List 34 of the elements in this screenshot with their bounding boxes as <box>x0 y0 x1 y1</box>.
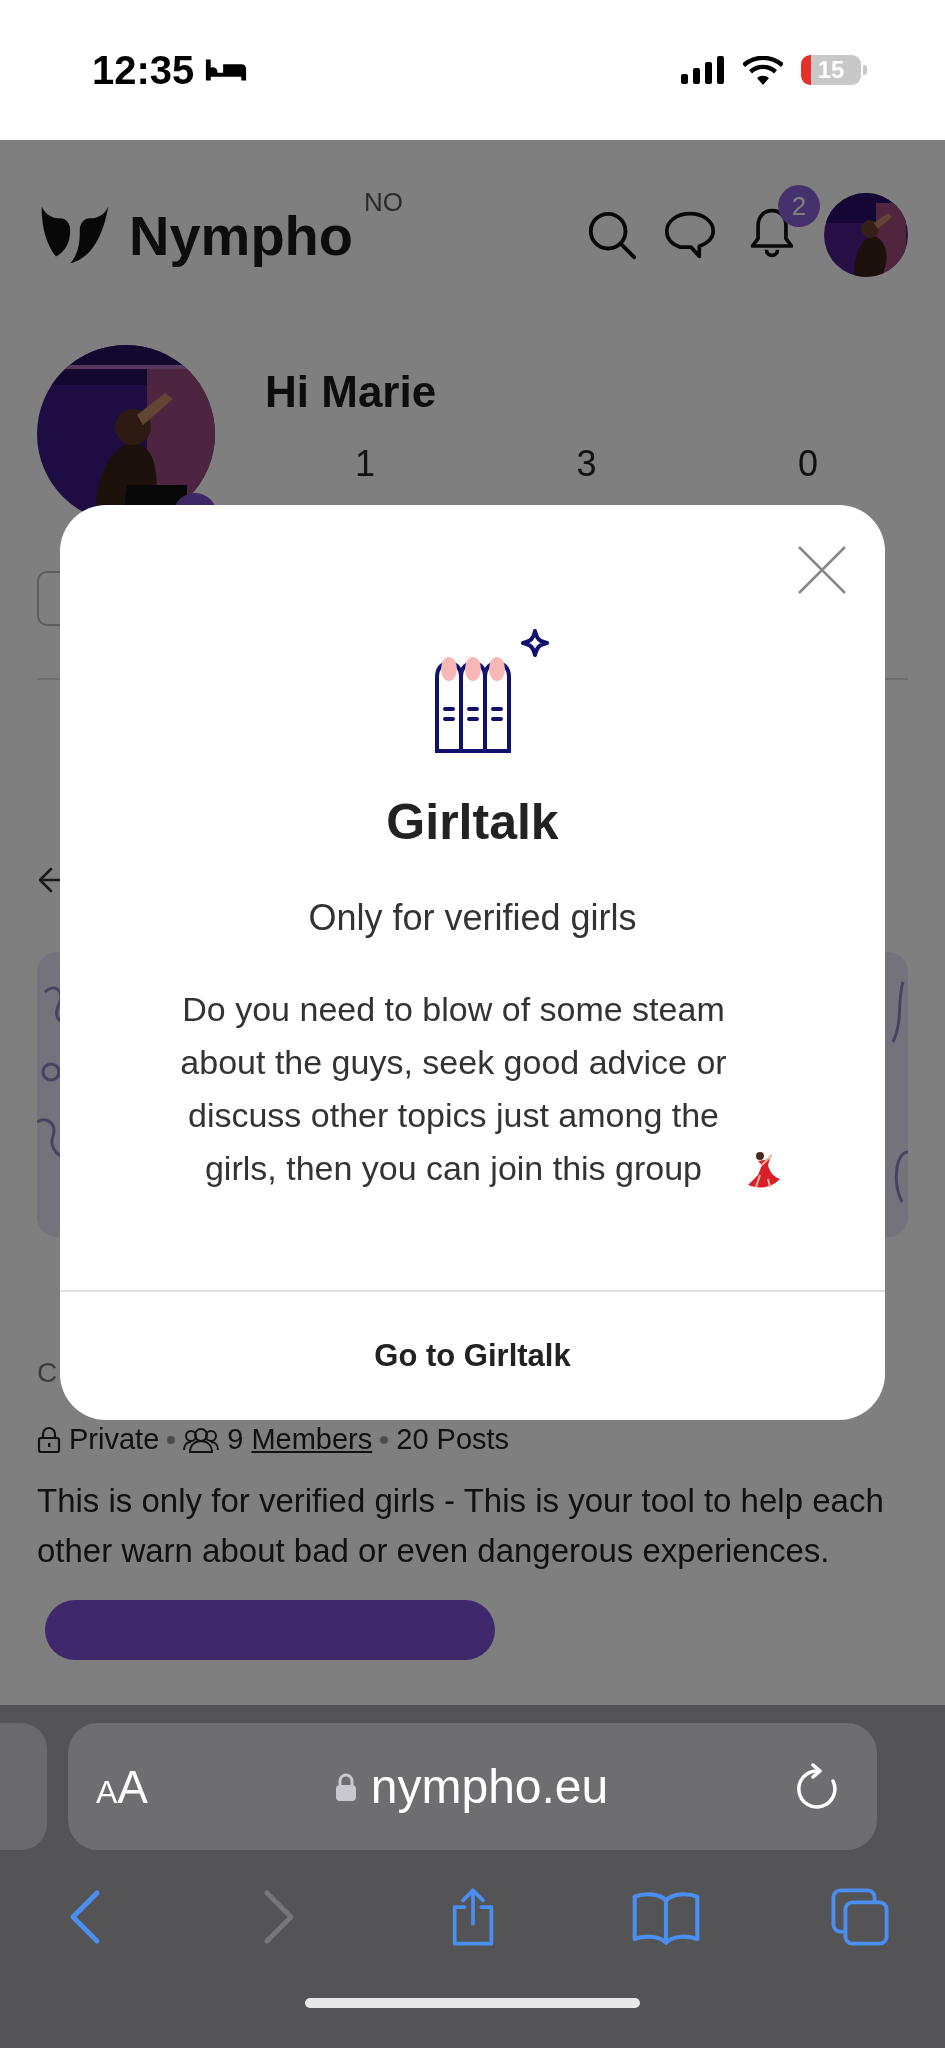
post-count: 20 Posts <box>396 1423 510 1456</box>
bed-icon <box>204 57 249 83</box>
notification-badge: 2 <box>778 185 820 227</box>
stat-value: 3 <box>576 443 597 485</box>
modal-description: Do you need to blow of some steam about the guys, seek good advice or discuss other topics just among the girls, then you can join this group <box>179 989 728 1189</box>
people-icon <box>183 1425 220 1454</box>
logo-text[interactable]: Nympho <box>129 202 353 268</box>
separator-dot <box>380 1435 389 1444</box>
wifi-icon <box>743 55 783 85</box>
member-count: 9 <box>227 1423 244 1456</box>
reload-icon[interactable] <box>795 1762 839 1811</box>
search-icon[interactable] <box>586 209 638 261</box>
modal-subtitle: Only for verified girls <box>308 897 637 939</box>
lock-icon <box>37 1425 61 1454</box>
address-bar[interactable]: AA nympho.eu <box>68 1723 877 1850</box>
join-button[interactable] <box>45 1600 495 1660</box>
url-text[interactable]: nympho.eu <box>370 1759 609 1814</box>
privacy-label: Private <box>69 1423 160 1456</box>
close-icon[interactable] <box>797 545 847 595</box>
group-description: This is only for verified girls - This is your tool to help each other warn about bad or even dangerous experiences. <box>37 1481 885 1571</box>
group-category: C <box>37 1357 59 1389</box>
stat-value: 1 <box>355 443 375 485</box>
text-size-button[interactable]: AA <box>96 1759 149 1814</box>
greeting-heading: Hi Marie <box>265 367 438 417</box>
separator-dot <box>167 1435 176 1444</box>
chat-icon[interactable] <box>664 209 716 261</box>
signal-icon <box>681 56 725 84</box>
modal-title: Girltalk <box>386 793 559 851</box>
region-label[interactable]: NO <box>364 186 403 218</box>
go-to-group-button[interactable]: Go to Girltalk <box>60 1290 885 1420</box>
status-time: 12:35 <box>92 47 195 93</box>
lock-icon <box>334 1771 357 1802</box>
members-link[interactable]: Members <box>251 1423 373 1456</box>
stat-value: 0 <box>798 443 818 485</box>
